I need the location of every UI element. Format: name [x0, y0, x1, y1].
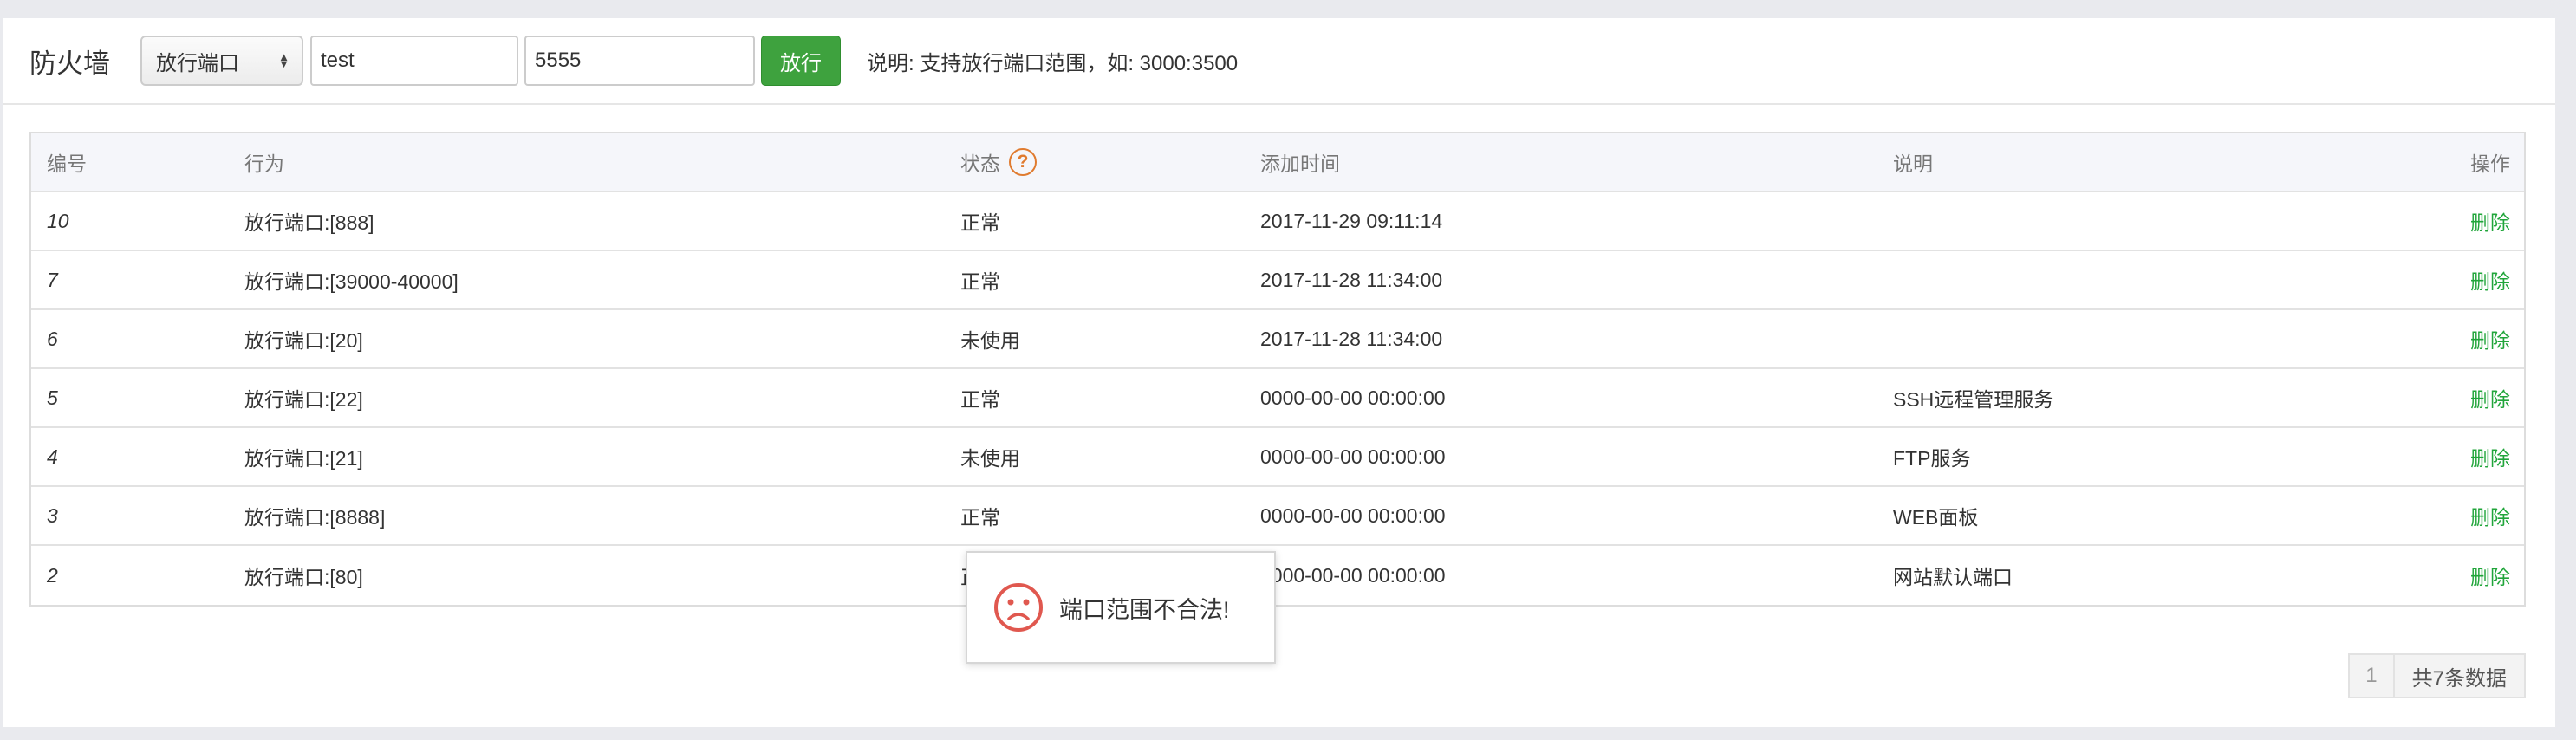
cell-time: 2017-11-28 11:34:00 — [1260, 327, 1443, 350]
cell-note: 网站默认端口 — [1893, 566, 2013, 588]
cell-id: 5 — [47, 386, 58, 409]
cell-id: 4 — [47, 445, 58, 468]
table-row: 10 放行端口:[888] 正常 2017-11-29 09:11:14 删除 — [31, 192, 2524, 251]
select-arrows-icon: ▲ ▼ — [278, 50, 289, 70]
cell-status: 正常 — [960, 211, 1000, 234]
delete-link[interactable]: 删除 — [2470, 251, 2510, 308]
cell-id: 7 — [47, 268, 58, 291]
cell-action: 放行端口:[80] — [244, 566, 363, 588]
page-title: 防火墙 — [29, 48, 110, 79]
cell-time: 0000-00-00 00:00:00 — [1260, 386, 1446, 409]
delete-link[interactable]: 删除 — [2470, 487, 2510, 544]
toast-message: 端口范围不合法! — [1059, 596, 1230, 623]
delete-link[interactable]: 删除 — [2470, 369, 2510, 426]
delete-link[interactable]: 删除 — [2470, 428, 2510, 485]
cell-status: 正常 — [960, 388, 1000, 411]
cell-status: 正常 — [960, 506, 1000, 529]
rule-type-select[interactable]: 放行端口 ▲ ▼ — [140, 36, 303, 86]
header-status: 状态 ? — [960, 133, 1037, 191]
delete-link[interactable]: 删除 — [2470, 192, 2510, 250]
cell-action: 放行端口:[8888] — [244, 506, 386, 529]
header-note: 说明 — [1893, 153, 1933, 175]
cell-note: WEB面板 — [1893, 506, 1979, 529]
cell-note: SSH远程管理服务 — [1893, 388, 2054, 411]
cell-action: 放行端口:[22] — [244, 388, 363, 411]
cell-action: 放行端口:[20] — [244, 329, 363, 352]
firewall-table: 编号 行为 状态 ? 添加时间 说明 操作 10 放行端口:[888] 正常 2… — [29, 132, 2526, 607]
cell-action: 放行端口:[21] — [244, 447, 363, 470]
cell-time: 0000-00-00 00:00:00 — [1260, 503, 1446, 527]
table-row: 4 放行端口:[21] 未使用 0000-00-00 00:00:00 FTP服… — [31, 428, 2524, 487]
total-count: 共7条数据 — [2411, 666, 2507, 691]
cell-action: 放行端口:[39000-40000] — [244, 270, 459, 293]
table-row: 7 放行端口:[39000-40000] 正常 2017-11-28 11:34… — [31, 251, 2524, 310]
header-action: 行为 — [244, 153, 284, 175]
help-icon[interactable]: ? — [1009, 148, 1037, 176]
error-toast: 端口范围不合法! — [966, 551, 1276, 664]
delete-link[interactable]: 删除 — [2470, 546, 2510, 605]
cell-time: 0000-00-00 00:00:00 — [1260, 445, 1446, 468]
table-row: 2 放行端口:[80] 正常 0000-00-00 00:00:00 网站默认端… — [31, 546, 2524, 605]
delete-link[interactable]: 删除 — [2470, 310, 2510, 367]
note-input[interactable] — [524, 36, 755, 86]
firewall-panel: 防火墙 放行端口 ▲▼ 放行 说明: 支持放行端口范围，如: 3000:3500… — [3, 18, 2555, 727]
pagination: 1 共7条数据 — [2348, 653, 2526, 698]
cell-time: 2017-11-28 11:34:00 — [1260, 268, 1443, 291]
firewall-toolbar: 防火墙 放行端口 ▲▼ 放行 说明: 支持放行端口范围，如: 3000:3500 — [3, 18, 2555, 105]
hint-text: 说明: 支持放行端口范围，如: 3000:3500 — [867, 51, 1239, 75]
rule-type-select-value: 放行端口 — [156, 51, 239, 75]
cell-status: 正常 — [960, 270, 1000, 293]
table-row: 6 放行端口:[20] 未使用 2017-11-28 11:34:00 删除 — [31, 310, 2524, 369]
cell-id: 3 — [47, 503, 58, 527]
page-number-button[interactable]: 1 — [2350, 655, 2395, 697]
cell-status: 未使用 — [960, 447, 1020, 470]
cell-id: 10 — [47, 209, 69, 232]
header-time: 添加时间 — [1260, 153, 1340, 175]
cell-id: 2 — [47, 563, 58, 587]
cell-status: 未使用 — [960, 329, 1020, 352]
cell-time: 0000-00-00 00:00:00 — [1260, 563, 1446, 587]
header-op: 操作 — [2470, 153, 2510, 175]
cell-note: FTP服务 — [1893, 447, 1971, 470]
port-input[interactable] — [310, 36, 518, 86]
table-row: 3 放行端口:[8888] 正常 0000-00-00 00:00:00 WEB… — [31, 487, 2524, 546]
header-id: 编号 — [47, 153, 87, 175]
table-header-row: 编号 行为 状态 ? 添加时间 说明 操作 — [31, 133, 2524, 192]
cell-action: 放行端口:[888] — [244, 211, 374, 234]
allow-button[interactable]: 放行 — [761, 36, 841, 86]
table-row: 5 放行端口:[22] 正常 0000-00-00 00:00:00 SSH远程… — [31, 369, 2524, 428]
sad-face-icon — [994, 583, 1043, 632]
cell-id: 6 — [47, 327, 58, 350]
cell-time: 2017-11-29 09:11:14 — [1260, 209, 1443, 232]
